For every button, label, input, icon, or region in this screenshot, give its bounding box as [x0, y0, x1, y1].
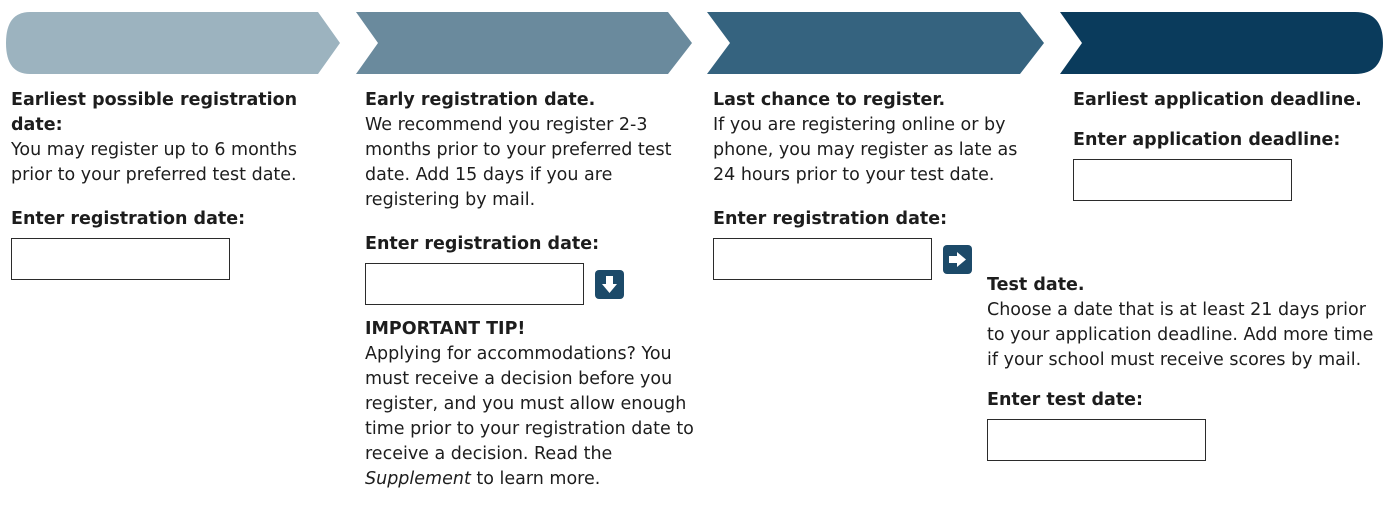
- input-label: Enter registration date:: [365, 234, 600, 254]
- input-label: Enter registration date:: [713, 209, 948, 229]
- step-heading: Last chance to register.: [713, 90, 946, 110]
- step-heading: Earliest possible registration date:: [11, 90, 298, 135]
- arrow-down-icon: [595, 269, 624, 299]
- supplement-reference: Supplement: [365, 469, 471, 489]
- chevron-step-4: [1060, 12, 1383, 74]
- step-description: If you are registering online or by phon…: [713, 115, 1018, 185]
- tip-body: Applying for accommodations? You must re…: [365, 342, 695, 492]
- application-deadline-input[interactable]: [1073, 159, 1292, 201]
- step-heading: Earliest application deadline.: [1073, 90, 1362, 110]
- input-label: Enter application deadline:: [1073, 130, 1341, 150]
- test-date-input[interactable]: [987, 419, 1206, 461]
- chevron-step-2: [356, 12, 692, 74]
- important-tip: IMPORTANT TIP! Applying for accommodatio…: [365, 317, 695, 492]
- test-date-section: Test date. Choose a date that is at leas…: [987, 273, 1377, 461]
- early-registration-date-input[interactable]: [365, 263, 584, 305]
- input-label: Enter test date:: [987, 390, 1144, 410]
- step-heading: Early registration date.: [365, 90, 596, 110]
- last-registration-date-input[interactable]: [713, 238, 932, 280]
- chevron-step-1: [6, 12, 340, 74]
- tip-title: IMPORTANT TIP!: [365, 319, 526, 339]
- step-earliest-registration: Earliest possible registration date: You…: [11, 88, 331, 280]
- input-row: [365, 257, 695, 305]
- timeline-chevrons: [6, 12, 1383, 74]
- chevron-step-3: [707, 12, 1044, 74]
- step-last-chance: Last chance to register. If you are regi…: [713, 88, 1023, 280]
- step-early-registration: Early registration date. We recommend yo…: [365, 88, 695, 492]
- step-description: You may register up to 6 months prior to…: [11, 140, 297, 185]
- step-description: We recommend you register 2-3 months pri…: [365, 115, 672, 210]
- arrow-right-icon: [943, 244, 972, 274]
- tip-text-after: to learn more.: [470, 469, 601, 489]
- test-date-heading: Test date.: [987, 275, 1085, 295]
- test-date-description: Choose a date that is at least 21 days p…: [987, 300, 1374, 370]
- input-label: Enter registration date:: [11, 209, 246, 229]
- earliest-registration-date-input[interactable]: [11, 238, 230, 280]
- step-application-deadline: Earliest application deadline. Enter app…: [1073, 88, 1378, 201]
- tip-text-before: Applying for accommodations? You must re…: [365, 344, 694, 464]
- input-row: [713, 232, 1023, 280]
